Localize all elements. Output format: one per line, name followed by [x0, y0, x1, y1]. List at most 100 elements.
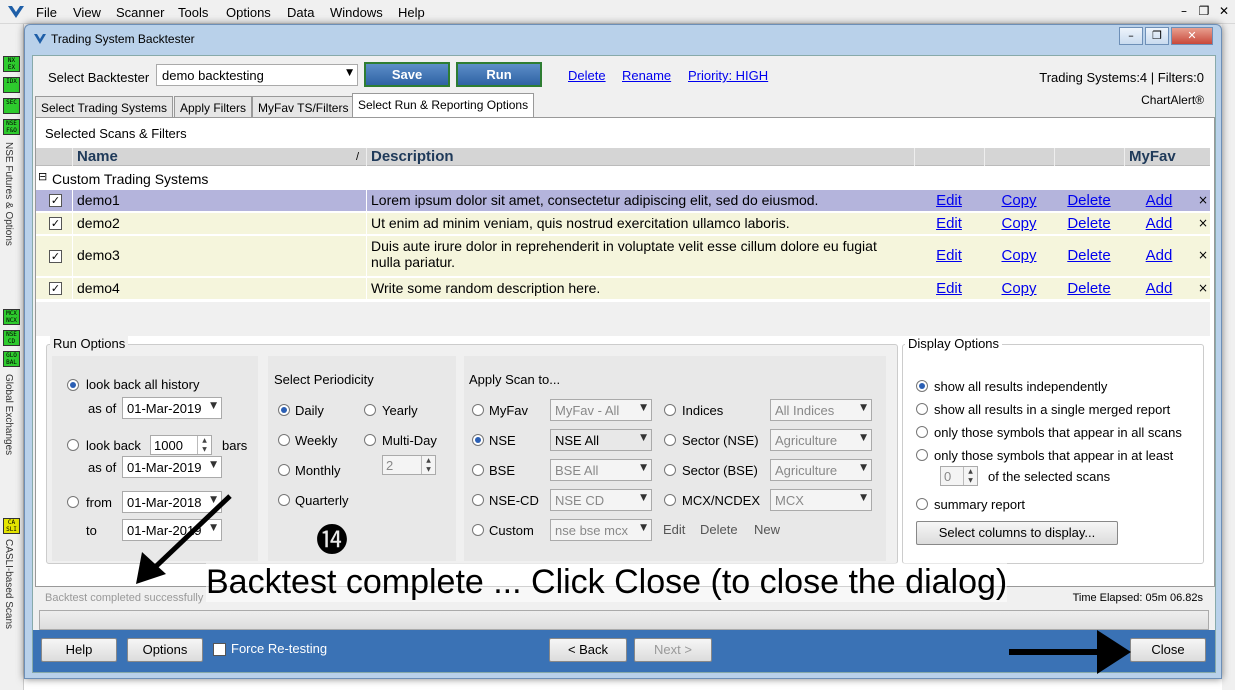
- help-button[interactable]: Help: [41, 638, 117, 662]
- table-row[interactable]: ✓ demo3 Duis aute irure dolor in reprehe…: [36, 236, 1210, 277]
- dialog-close-button[interactable]: ✕: [1171, 27, 1213, 45]
- menu-windows[interactable]: Windows: [330, 5, 383, 20]
- column-header-myfav[interactable]: MyFav: [1124, 148, 1210, 166]
- nse-fo-icon[interactable]: NSE F&O: [3, 119, 20, 135]
- tab-myfav-ts-filters[interactable]: MyFav TS/Filters: [252, 96, 355, 118]
- menu-data[interactable]: Data: [287, 5, 314, 20]
- tab-apply-filters[interactable]: Apply Filters: [174, 96, 253, 118]
- lookback-bars-radio[interactable]: [67, 439, 79, 451]
- mcx-ncx-icon[interactable]: MCX NCX: [3, 309, 20, 325]
- run-button[interactable]: Run: [456, 62, 542, 87]
- column-header-description[interactable]: Description: [366, 148, 914, 166]
- merged-report-radio[interactable]: [916, 403, 928, 415]
- nse-select[interactable]: NSE All ▼: [550, 429, 652, 451]
- yearly-radio[interactable]: [364, 404, 376, 416]
- row-checkbox[interactable]: ✓: [49, 282, 62, 295]
- remove-icon[interactable]: ×: [1198, 248, 1208, 262]
- menu-help[interactable]: Help: [398, 5, 425, 20]
- edit-link[interactable]: Edit: [919, 247, 979, 264]
- sidebar-label-casli[interactable]: CASLI-based Scans: [3, 539, 14, 629]
- back-button[interactable]: < Back: [549, 638, 627, 662]
- sidebar-label-nse-fo[interactable]: NSE Futures & Options: [3, 142, 14, 246]
- copy-link[interactable]: Copy: [989, 192, 1049, 209]
- rename-link[interactable]: Rename: [622, 68, 671, 83]
- backtester-select[interactable]: demo backtesting ▼: [156, 64, 358, 86]
- add-myfav-link[interactable]: Add: [1129, 192, 1189, 209]
- nsecd-radio[interactable]: [472, 494, 484, 506]
- table-row[interactable]: ✓ demo1 Lorem ipsum dolor sit amet, cons…: [36, 190, 1210, 212]
- bse-radio[interactable]: [472, 464, 484, 476]
- table-row[interactable]: ✓ demo4 Write some random description he…: [36, 278, 1210, 300]
- edit-link[interactable]: Edit: [919, 192, 979, 209]
- lookback-all-radio[interactable]: [67, 379, 79, 391]
- copy-link[interactable]: Copy: [989, 215, 1049, 232]
- sidebar-label-global[interactable]: Global Exchanges: [3, 374, 14, 455]
- delete-row-link[interactable]: Delete: [1059, 215, 1119, 232]
- as-of-date-picker[interactable]: 01-Mar-2019 ▼: [122, 397, 222, 419]
- column-header-name[interactable]: Name: [72, 148, 366, 166]
- nx-ex-icon[interactable]: NX EX: [3, 56, 20, 72]
- row-checkbox[interactable]: ✓: [49, 217, 62, 230]
- custom-delete-link[interactable]: Delete: [700, 522, 738, 537]
- menu-view[interactable]: View: [73, 5, 101, 20]
- save-button[interactable]: Save: [364, 62, 450, 87]
- menu-tools[interactable]: Tools: [178, 5, 208, 20]
- date-range-radio[interactable]: [67, 496, 79, 508]
- indices-radio[interactable]: [664, 404, 676, 416]
- global-icon[interactable]: GLO BAL: [3, 351, 20, 367]
- copy-link[interactable]: Copy: [989, 247, 1049, 264]
- app-minimize-button[interactable]: –: [1176, 3, 1192, 19]
- add-myfav-link[interactable]: Add: [1129, 280, 1189, 297]
- custom-radio[interactable]: [472, 524, 484, 536]
- show-independent-radio[interactable]: [916, 380, 928, 392]
- row-checkbox[interactable]: ✓: [49, 250, 62, 263]
- remove-icon[interactable]: ×: [1198, 281, 1208, 295]
- daily-radio[interactable]: [278, 404, 290, 416]
- myfav-radio[interactable]: [472, 404, 484, 416]
- group-row[interactable]: ⊟ Custom Trading Systems: [36, 168, 1210, 188]
- dialog-restore-button[interactable]: ❐: [1145, 27, 1169, 45]
- collapse-icon[interactable]: ⊟: [38, 170, 47, 183]
- as-of-date-picker-2[interactable]: 01-Mar-2019 ▼: [122, 456, 222, 478]
- select-columns-button[interactable]: Select columns to display...: [916, 521, 1118, 545]
- delete-link[interactable]: Delete: [568, 68, 606, 83]
- copy-link[interactable]: Copy: [989, 280, 1049, 297]
- remove-icon[interactable]: ×: [1198, 216, 1208, 230]
- options-button[interactable]: Options: [127, 638, 203, 662]
- edit-link[interactable]: Edit: [919, 215, 979, 232]
- nse-cd-icon[interactable]: NSE CD: [3, 330, 20, 346]
- force-retesting-checkbox[interactable]: [213, 643, 226, 656]
- custom-new-link[interactable]: New: [754, 522, 780, 537]
- nse-radio[interactable]: [472, 434, 484, 446]
- edit-link[interactable]: Edit: [919, 280, 979, 297]
- app-close-button[interactable]: ✕: [1216, 3, 1232, 19]
- delete-row-link[interactable]: Delete: [1059, 192, 1119, 209]
- tab-run-reporting-options[interactable]: Select Run & Reporting Options: [352, 93, 535, 119]
- bars-stepper[interactable]: 1000 ▲ ▼: [150, 435, 212, 455]
- delete-row-link[interactable]: Delete: [1059, 280, 1119, 297]
- row-checkbox[interactable]: ✓: [49, 194, 62, 207]
- weekly-radio[interactable]: [278, 434, 290, 446]
- dialog-minimize-button[interactable]: –: [1119, 27, 1143, 45]
- mcx-radio[interactable]: [664, 494, 676, 506]
- close-button[interactable]: Close: [1130, 638, 1206, 662]
- menu-options[interactable]: Options: [226, 5, 271, 20]
- app-restore-button[interactable]: ❐: [1196, 3, 1212, 19]
- menu-scanner[interactable]: Scanner: [116, 5, 164, 20]
- remove-icon[interactable]: ×: [1198, 193, 1208, 207]
- sector-nse-radio[interactable]: [664, 434, 676, 446]
- sec-icon[interactable]: SEC: [3, 98, 20, 114]
- all-scans-radio[interactable]: [916, 426, 928, 438]
- custom-edit-link[interactable]: Edit: [663, 522, 685, 537]
- at-least-radio[interactable]: [916, 449, 928, 461]
- delete-row-link[interactable]: Delete: [1059, 247, 1119, 264]
- summary-report-radio[interactable]: [916, 498, 928, 510]
- table-row[interactable]: ✓ demo2 Ut enim ad minim veniam, quis no…: [36, 213, 1210, 235]
- multiday-radio[interactable]: [364, 434, 376, 446]
- quarterly-radio[interactable]: [278, 494, 290, 506]
- sector-bse-radio[interactable]: [664, 464, 676, 476]
- idx-icon[interactable]: IDX: [3, 77, 20, 93]
- stepper-arrows-icon[interactable]: ▲ ▼: [197, 436, 211, 454]
- monthly-radio[interactable]: [278, 464, 290, 476]
- add-myfav-link[interactable]: Add: [1129, 215, 1189, 232]
